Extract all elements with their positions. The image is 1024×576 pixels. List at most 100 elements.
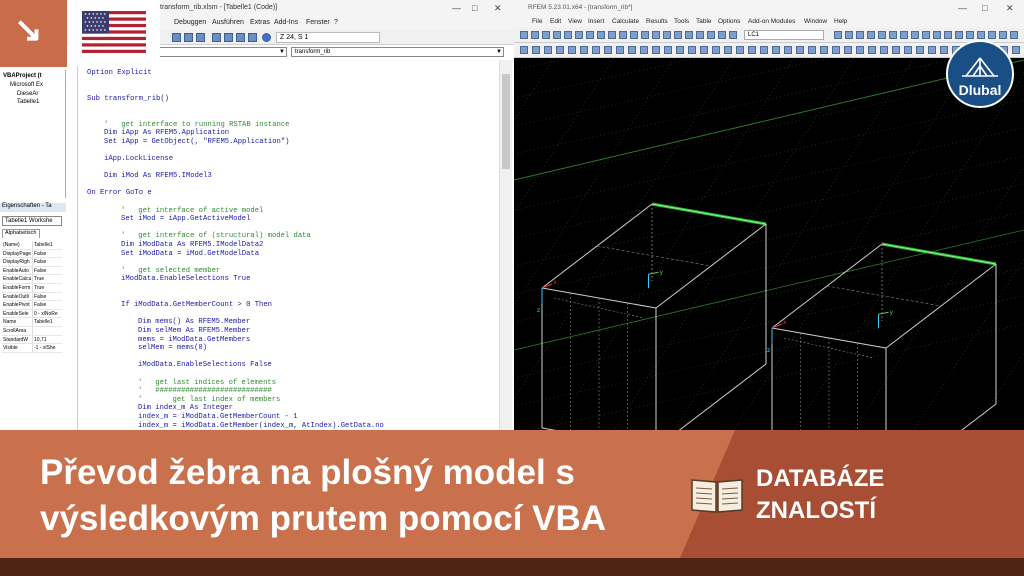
toolbar-tool-icon[interactable] — [955, 31, 963, 39]
property-row[interactable]: DisplayRigh False — [2, 258, 62, 267]
menu-debuggen[interactable]: Debuggen — [174, 19, 206, 26]
tree-item-vbaproject[interactable]: VBAProject (t — [3, 73, 42, 79]
toolbar-tool-icon[interactable] — [556, 46, 564, 54]
maximize-icon[interactable]: □ — [472, 2, 477, 14]
toolbar-tool-icon[interactable] — [922, 31, 930, 39]
toolbar-tool-icon[interactable] — [736, 46, 744, 54]
model-viewport[interactable]: x z y x z y — [514, 58, 1024, 430]
property-row[interactable]: StandardW 10,71 — [2, 335, 62, 345]
object-browser-icon[interactable] — [248, 33, 257, 42]
code-scrollbar[interactable] — [499, 60, 512, 430]
maximize-icon[interactable]: □ — [982, 2, 987, 14]
close-icon[interactable]: ✕ — [1006, 2, 1014, 14]
toolbar-tool-icon[interactable] — [641, 31, 649, 39]
rfem-menu-item[interactable]: Insert — [588, 18, 604, 25]
toolbar-tool-icon[interactable] — [520, 46, 528, 54]
property-value[interactable]: False — [33, 267, 62, 275]
toolbar-tool-icon[interactable] — [542, 31, 550, 39]
property-value[interactable] — [33, 327, 62, 335]
toolbar-tool-icon[interactable] — [900, 31, 908, 39]
toolbar-tool-icon[interactable] — [592, 46, 600, 54]
toolbar-tool-icon[interactable] — [568, 46, 576, 54]
us-flag-icon[interactable]: ★ ★ ★ ★ ★ ★ ★ ★ ★ ★ ★ ★ ★ ★ ★ ★ ★ ★ ★ ★ … — [68, 0, 160, 66]
properties-object-select[interactable]: Tabelle1 Workshe — [2, 216, 62, 226]
property-value[interactable]: True — [33, 284, 62, 292]
property-row[interactable]: ScrollArea — [2, 326, 62, 336]
menu-extras[interactable]: Extras — [250, 19, 270, 26]
rfem-menu-item[interactable]: Tools — [674, 18, 689, 25]
toolbar-tool-icon[interactable] — [597, 31, 605, 39]
property-row[interactable]: EnablePivot False — [2, 301, 62, 310]
property-row[interactable]: Name Tabelle1 — [2, 318, 62, 327]
toolbar-tool-icon[interactable] — [748, 46, 756, 54]
toolbar-tool-icon[interactable] — [544, 46, 552, 54]
minimize-icon[interactable]: — — [958, 2, 967, 14]
toolbar-tool-icon[interactable] — [834, 31, 842, 39]
menu-addins[interactable]: Add-Ins — [274, 19, 298, 26]
rfem-menu-item[interactable]: Edit — [550, 18, 561, 25]
menu-ausfuehren[interactable]: Ausführen — [212, 19, 244, 26]
scrollbar-thumb[interactable] — [502, 74, 510, 169]
toolbar-tool-icon[interactable] — [911, 31, 919, 39]
toolbar-tool-icon[interactable] — [688, 46, 696, 54]
toolbar-tool-icon[interactable] — [867, 31, 875, 39]
toolbar-tool-icon[interactable] — [988, 31, 996, 39]
toolbar-tool-icon[interactable] — [878, 31, 886, 39]
design-mode-icon[interactable] — [212, 33, 221, 42]
property-row[interactable]: EnableForm True — [2, 283, 62, 293]
toolbar-tool-icon[interactable] — [616, 46, 624, 54]
toolbar-tool-icon[interactable] — [999, 31, 1007, 39]
toolbar-tool-icon[interactable] — [977, 31, 985, 39]
toolbar-tool-icon[interactable] — [652, 46, 660, 54]
property-value[interactable]: 10,71 — [33, 336, 62, 344]
toolbar-tool-icon[interactable] — [520, 31, 528, 39]
pause-icon[interactable] — [184, 33, 193, 42]
property-value[interactable]: False — [33, 293, 62, 301]
toolbar-tool-icon[interactable] — [904, 46, 912, 54]
properties-icon[interactable] — [236, 33, 245, 42]
rfem-menu-item[interactable]: Results — [646, 18, 668, 25]
procedure-combo[interactable]: transform_rib ▼ — [291, 47, 504, 57]
toolbar-tool-icon[interactable] — [796, 46, 804, 54]
toolbar-tool-icon[interactable] — [604, 46, 612, 54]
toolbar-tool-icon[interactable] — [944, 31, 952, 39]
property-value[interactable]: False — [33, 250, 62, 258]
toolbar-tool-icon[interactable] — [868, 46, 876, 54]
toolbar-tool-icon[interactable] — [553, 31, 561, 39]
toolbar-tool-icon[interactable] — [784, 46, 792, 54]
toolbar-tool-icon[interactable] — [832, 46, 840, 54]
property-row[interactable]: Visible -1 - xlShe — [2, 344, 62, 353]
toolbar-tool-icon[interactable] — [940, 46, 948, 54]
toolbar-tool-icon[interactable] — [820, 46, 828, 54]
toolbar-tool-icon[interactable] — [630, 31, 638, 39]
toolbar-tool-icon[interactable] — [531, 31, 539, 39]
toolbar-tool-icon[interactable] — [966, 31, 974, 39]
toolbar-tool-icon[interactable] — [916, 46, 924, 54]
toolbar-tool-icon[interactable] — [608, 31, 616, 39]
property-value[interactable]: False — [33, 301, 62, 309]
help-icon[interactable] — [262, 33, 271, 42]
tree-item-microsoft-excel[interactable]: Microsoft Ex — [10, 82, 43, 88]
toolbar-tool-icon[interactable] — [619, 31, 627, 39]
minimize-icon[interactable]: — — [452, 2, 461, 14]
toolbar-tool-icon[interactable] — [892, 46, 900, 54]
toolbar-tool-icon[interactable] — [685, 31, 693, 39]
load-case-select[interactable]: LC1 — [744, 30, 824, 40]
run-icon[interactable] — [172, 33, 181, 42]
tree-item-tabelle1[interactable]: Tabelle1 — [17, 99, 39, 105]
property-row[interactable]: (Name) Tabelle1 — [2, 241, 62, 250]
property-row[interactable]: EnableCalcu True — [2, 275, 62, 284]
toolbar-tool-icon[interactable] — [856, 31, 864, 39]
rfem-menu-item[interactable]: Calculate — [612, 18, 639, 25]
property-value[interactable]: False — [33, 258, 62, 266]
property-value[interactable]: Tabelle1 — [33, 318, 62, 326]
toolbar-tool-icon[interactable] — [676, 46, 684, 54]
toolbar-tool-icon[interactable] — [1010, 31, 1018, 39]
tree-item-diesearbeitsmappe[interactable]: DieseAr — [17, 91, 38, 97]
toolbar-tool-icon[interactable] — [1012, 46, 1020, 54]
toolbar-tool-icon[interactable] — [640, 46, 648, 54]
toolbar-tool-icon[interactable] — [880, 46, 888, 54]
toolbar-tool-icon[interactable] — [700, 46, 708, 54]
toolbar-tool-icon[interactable] — [586, 31, 594, 39]
toolbar-tool-icon[interactable] — [580, 46, 588, 54]
